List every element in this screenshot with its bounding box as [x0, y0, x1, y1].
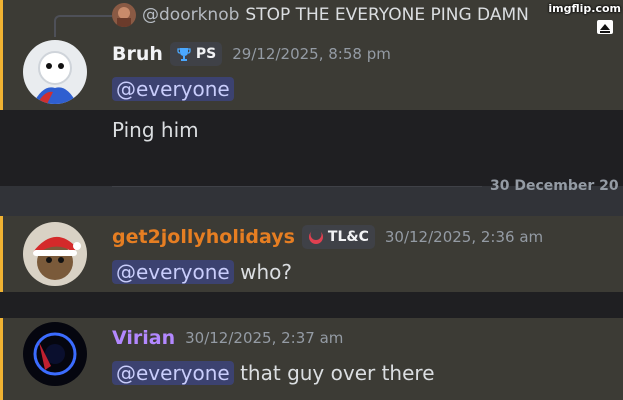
tag-label: PS [195, 46, 217, 62]
username[interactable]: Bruh [112, 43, 163, 65]
message-bruh[interactable]: @doorknob STOP THE EVERYONE PING DAMN Br… [0, 0, 623, 110]
watermark: imgflip.com [548, 2, 621, 15]
message-line: @everyone who? [112, 260, 292, 284]
timestamp[interactable]: 30/12/2025, 2:37 am [185, 329, 343, 347]
message-text: who? [233, 260, 292, 284]
message-bruh-continued[interactable]: Ping him [0, 110, 623, 186]
avatar-bruh[interactable] [23, 40, 87, 104]
reply-avatar[interactable] [112, 3, 136, 27]
reply-username[interactable]: @doorknob [142, 5, 239, 25]
mention-everyone[interactable]: @everyone [112, 260, 234, 284]
avatar-get2jollyholidays[interactable] [23, 222, 87, 286]
mention-everyone[interactable]: @everyone [112, 361, 234, 385]
crescent-icon [308, 229, 324, 245]
avatar-virian[interactable] [23, 322, 87, 386]
username[interactable]: get2jollyholidays [112, 226, 295, 248]
message-line: Ping him [112, 118, 199, 142]
reply-connector [54, 15, 112, 37]
message-get2jollyholidays[interactable]: get2jollyholidays TL&C 30/12/2025, 2:36 … [0, 216, 623, 292]
timestamp[interactable]: 29/12/2025, 8:58 pm [232, 45, 391, 63]
gap-strip [0, 292, 623, 318]
server-tag[interactable]: TL&C [301, 225, 375, 249]
username[interactable]: Virian [112, 327, 175, 349]
tag-label: TL&C [327, 229, 369, 245]
date-divider-label: 30 December 20 [490, 178, 619, 194]
trophy-icon [176, 46, 192, 62]
message-header: Virian 30/12/2025, 2:37 am [112, 327, 343, 349]
message-header: get2jollyholidays TL&C 30/12/2025, 2:36 … [112, 225, 543, 249]
message-header: Bruh PS 29/12/2025, 8:58 pm [112, 42, 391, 66]
message-line: @everyone [112, 77, 234, 101]
message-text: that guy over there [233, 361, 435, 385]
mention-everyone[interactable]: @everyone [112, 77, 234, 101]
reply-text[interactable]: STOP THE EVERYONE PING DAMN [245, 5, 528, 25]
server-tag[interactable]: PS [169, 42, 223, 66]
message-line: @everyone that guy over there [112, 361, 435, 385]
date-divider-line [112, 186, 482, 187]
reply-preview[interactable]: @doorknob STOP THE EVERYONE PING DAMN [112, 3, 529, 27]
timestamp[interactable]: 30/12/2025, 2:36 am [385, 228, 543, 246]
message-virian[interactable]: Virian 30/12/2025, 2:37 am @everyone tha… [0, 318, 623, 400]
eject-icon[interactable] [597, 20, 613, 34]
